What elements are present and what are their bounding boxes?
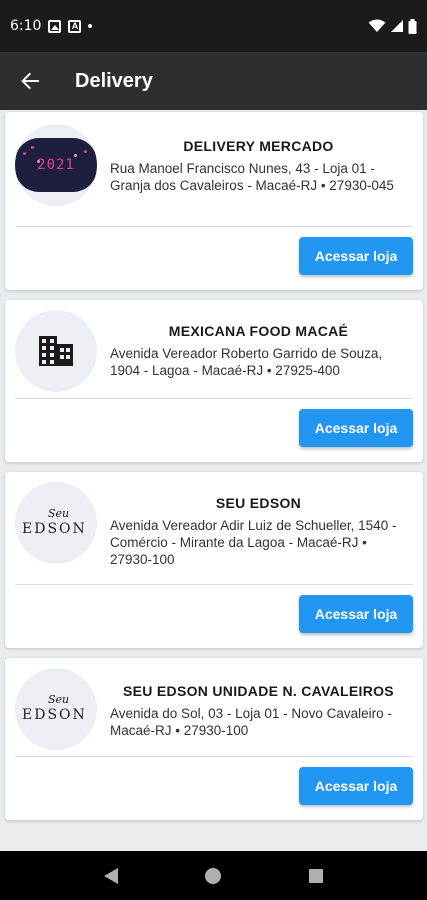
seu-edson-logo: Seu EDSON: [22, 507, 87, 537]
store-address: Avenida do Sol, 03 - Loja 01 - Novo Cava…: [110, 706, 392, 738]
page-title: Delivery: [75, 69, 153, 92]
store-logo-2021: 2021: [15, 138, 97, 192]
access-store-button[interactable]: Acessar loja: [299, 595, 413, 633]
store-card: MEXICANA FOOD MACAÉ Avenida Vereador Rob…: [5, 300, 423, 462]
store-logo: 2021: [15, 124, 97, 206]
building-icon: [39, 336, 73, 366]
triangle-back-icon: [104, 867, 119, 884]
back-button[interactable]: [0, 52, 60, 110]
store-card: Seu EDSON SEU EDSON UNIDADE N. CAVALEIRO…: [5, 658, 423, 820]
status-time: 6:10: [10, 18, 42, 34]
nav-back-button[interactable]: [91, 856, 131, 896]
store-name: DELIVERY MERCADO: [183, 138, 334, 154]
circle-home-icon: [205, 867, 222, 884]
store-card: Seu EDSON SEU EDSON Avenida Vereador Adi…: [5, 472, 423, 648]
logo-script-text: Seu: [48, 693, 69, 706]
store-name: MEXICANA FOOD MACAÉ: [168, 323, 349, 339]
arrow-back-icon: [21, 72, 39, 90]
seu-edson-logo: Seu EDSON: [22, 693, 87, 723]
a-notification-icon: A: [68, 19, 82, 33]
store-logo: Seu EDSON: [15, 668, 97, 750]
status-bar: 6:10 A: [0, 0, 427, 52]
store-address: Rua Manoel Francisco Nunes, 43 - Loja 01…: [110, 161, 394, 193]
wifi-icon: [368, 19, 386, 32]
store-name: SEU EDSON: [215, 495, 302, 511]
square-recents-icon: [308, 868, 323, 883]
access-store-button[interactable]: Acessar loja: [299, 767, 413, 805]
app-bar: Delivery: [0, 52, 427, 110]
store-logo: [15, 310, 97, 392]
gallery-notification-icon: [48, 19, 62, 33]
signal-icon: [391, 20, 403, 32]
access-store-button[interactable]: Acessar loja: [299, 237, 413, 275]
more-notifications-icon: [88, 24, 93, 28]
store-address: Avenida Vereador Roberto Garrido de Souz…: [110, 346, 383, 378]
logo-main-text: EDSON: [22, 707, 87, 723]
logo-main-text: EDSON: [22, 521, 87, 537]
store-list: 2021 DELIVERY MERCADO Rua Manoel Francis…: [5, 112, 423, 830]
store-name: SEU EDSON UNIDADE N. CAVALEIROS: [123, 683, 394, 699]
battery-icon: [408, 18, 417, 34]
store-logo: Seu EDSON: [15, 482, 97, 564]
store-address: Avenida Vereador Adir Luiz de Schueller,…: [110, 518, 397, 567]
logo-script-text: Seu: [48, 507, 69, 520]
access-store-button[interactable]: Acessar loja: [299, 409, 413, 447]
system-nav-bar: [0, 851, 427, 900]
nav-home-button[interactable]: [193, 856, 233, 896]
nav-recents-button[interactable]: [296, 856, 336, 896]
store-card: 2021 DELIVERY MERCADO Rua Manoel Francis…: [5, 112, 423, 290]
